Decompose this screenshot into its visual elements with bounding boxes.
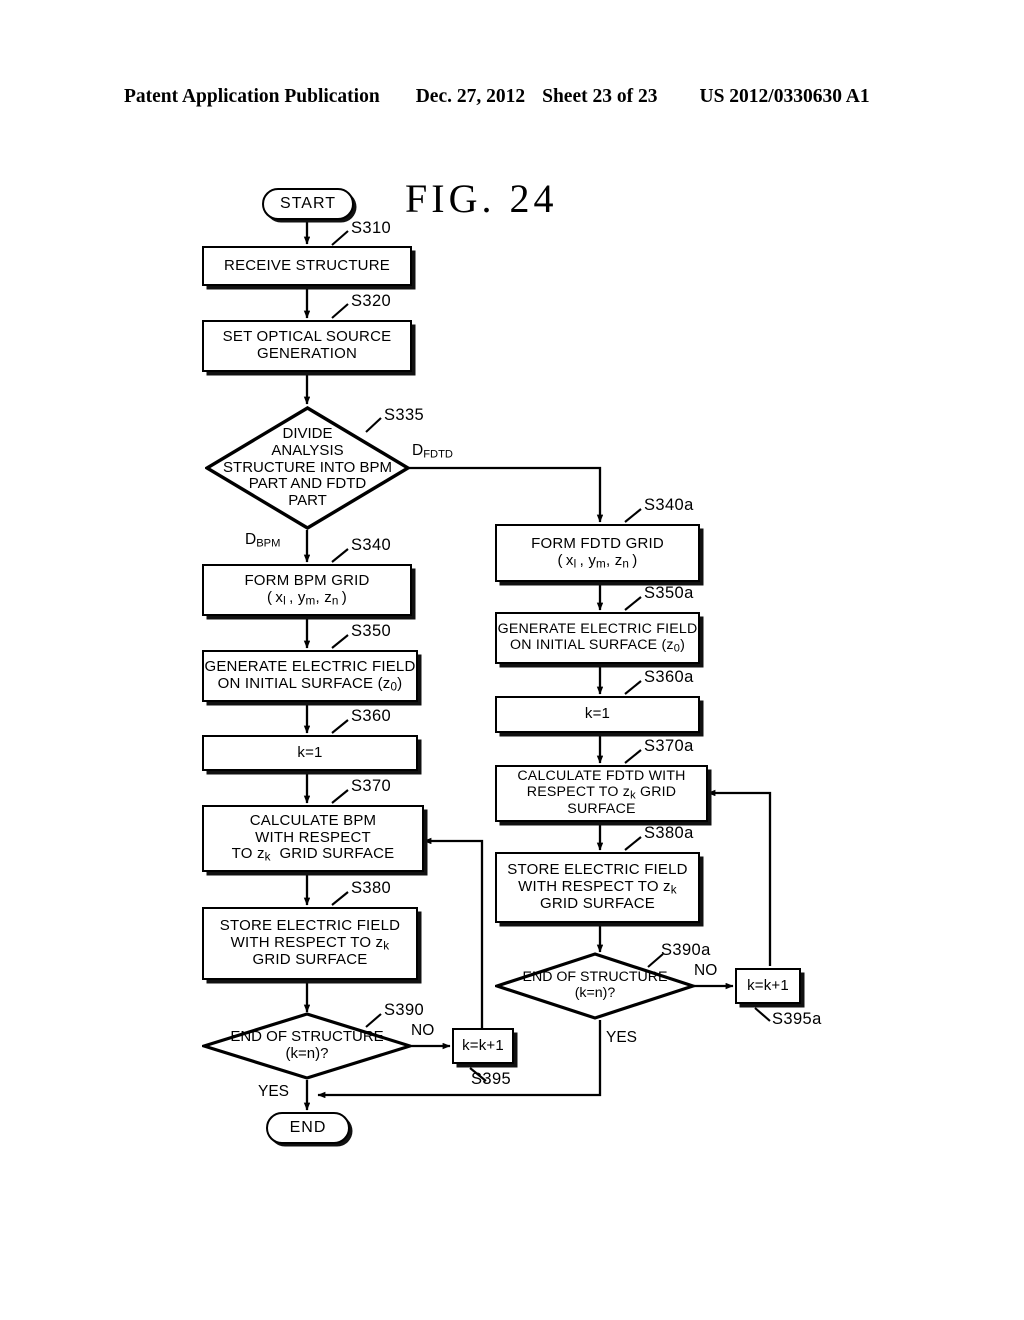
- step-label-s390: S390: [384, 1001, 425, 1019]
- node-store-electric-field-fdtd-line1: STORE ELECTRIC FIELD: [507, 860, 688, 878]
- header-date: Dec. 27, 2012: [415, 86, 526, 107]
- node-generate-electric-field-bpm-line1: GENERATE ELECTRIC FIELD: [204, 657, 416, 675]
- edge-label-no-bpm: NO: [411, 1022, 435, 1039]
- node-k-init-bpm-label: k=1: [297, 743, 323, 761]
- node-start: START: [262, 188, 354, 220]
- step-label-s360a: S360a: [644, 668, 694, 686]
- step-label-s380: S380: [351, 879, 392, 897]
- node-store-electric-field-bpm-line1: STORE ELECTRIC FIELD: [219, 916, 401, 934]
- edge-label-d-bpm-sub: BPM: [256, 537, 281, 550]
- step-label-s320: S320: [351, 292, 392, 310]
- step-label-s360: S360: [351, 707, 392, 725]
- edge-label-yes-fdtd: YES: [606, 1029, 638, 1046]
- node-end-of-structure-bpm: END OF STRUCTURE (k=n)?: [202, 1012, 412, 1080]
- patent-page: Patent Application Publication Dec. 27, …: [0, 0, 1024, 1320]
- node-form-fdtd-grid-label: FORM FDTD GRID: [531, 534, 664, 552]
- node-k-increment-fdtd: k=k+1: [735, 968, 801, 1004]
- node-generate-electric-field-fdtd-line2: ON INITIAL SURFACE (z0): [510, 636, 685, 654]
- node-store-electric-field-fdtd-line2: WITH RESPECT TO zk: [518, 877, 677, 897]
- edge-label-yes-bpm: YES: [258, 1083, 290, 1100]
- node-calculate-fdtd: CALCULATE FDTD WITH RESPECT TO zk GRID S…: [495, 765, 708, 822]
- node-calculate-fdtd-line1: CALCULATE FDTD WITH: [517, 768, 686, 785]
- step-label-s310: S310: [351, 219, 392, 237]
- edge-label-d-bpm: DBPM: [245, 531, 280, 549]
- edge-label-d-fdtd-sub: FDTD: [423, 448, 453, 461]
- node-form-bpm-grid-coords: ( xl , ym, zn ): [266, 588, 348, 608]
- header-publication: Patent Application Publication: [124, 86, 380, 107]
- node-store-electric-field-bpm-line2: WITH RESPECT TO zk: [230, 933, 390, 953]
- node-receive-structure: RECEIVE STRUCTURE: [202, 246, 412, 286]
- step-label-s350: S350: [351, 622, 392, 640]
- node-divide-analysis-structure-label: DIVIDE ANALYSIS STRUCTURE INTO BPM PART …: [223, 425, 392, 510]
- step-label-s370a: S370a: [644, 737, 694, 755]
- edge-label-d-fdtd: DFDTD: [412, 442, 453, 460]
- edge-label-no-fdtd: NO: [694, 962, 718, 979]
- node-generate-electric-field-fdtd-line1: GENERATE ELECTRIC FIELD: [497, 620, 698, 637]
- node-k-init-fdtd-label: k=1: [584, 705, 611, 723]
- step-label-s340: S340: [351, 536, 392, 554]
- node-end-of-structure-fdtd: END OF STRUCTURE (k=n)?: [495, 952, 695, 1020]
- node-generate-electric-field-bpm-line2: ON INITIAL SURFACE (z0): [217, 674, 403, 694]
- node-k-init-bpm: k=1: [202, 735, 418, 771]
- node-store-electric-field-bpm: STORE ELECTRIC FIELD WITH RESPECT TO zk …: [202, 907, 418, 980]
- node-calculate-bpm-line2: WITH RESPECT: [255, 828, 371, 846]
- node-generate-electric-field-fdtd: GENERATE ELECTRIC FIELD ON INITIAL SURFA…: [495, 612, 700, 664]
- node-end-of-structure-bpm-label: END OF STRUCTURE (k=n)?: [230, 1028, 384, 1062]
- node-calculate-bpm-line3: TO zk GRID SURFACE: [231, 845, 395, 865]
- node-form-bpm-grid-label: FORM BPM GRID: [244, 571, 370, 589]
- node-divide-analysis-structure: DIVIDE ANALYSIS STRUCTURE INTO BPM PART …: [205, 406, 410, 530]
- step-label-s340a: S340a: [644, 496, 694, 514]
- step-label-s395: S395: [471, 1070, 512, 1088]
- node-end-of-structure-fdtd-label: END OF STRUCTURE (k=n)?: [522, 969, 668, 1001]
- node-k-increment-fdtd-label: k=k+1: [747, 976, 789, 994]
- node-set-optical-source: SET OPTICAL SOURCE GENERATION: [202, 320, 412, 372]
- node-k-init-fdtd: k=1: [495, 696, 700, 733]
- node-form-fdtd-grid: FORM FDTD GRID ( xl , ym, zn ): [495, 524, 700, 582]
- node-set-optical-source-label: SET OPTICAL SOURCE GENERATION: [222, 328, 392, 362]
- header-sheet: Sheet 23 of 23: [542, 86, 658, 107]
- node-store-electric-field-bpm-line3: GRID SURFACE: [252, 951, 368, 969]
- node-form-fdtd-grid-coords: ( xl , ym, zn ): [557, 551, 638, 571]
- step-label-s380a: S380a: [644, 824, 694, 842]
- node-calculate-fdtd-line2: RESPECT TO zk GRID SURFACE: [526, 784, 677, 817]
- step-label-s335: S335: [384, 406, 425, 424]
- node-form-bpm-grid: FORM BPM GRID ( xl , ym, zn ): [202, 564, 412, 616]
- header-patent-number: US 2012/0330630 A1: [699, 86, 870, 107]
- node-k-increment-bpm-label: k=k+1: [462, 1036, 504, 1054]
- node-store-electric-field-fdtd-line3: GRID SURFACE: [540, 895, 655, 913]
- step-label-s390a: S390a: [661, 941, 711, 959]
- node-store-electric-field-fdtd: STORE ELECTRIC FIELD WITH RESPECT TO zk …: [495, 852, 700, 923]
- step-label-s370: S370: [351, 777, 392, 795]
- figure-title: FIG. 24: [405, 176, 558, 221]
- node-start-label: START: [280, 195, 336, 213]
- node-end-label: END: [289, 1119, 327, 1137]
- node-calculate-bpm: CALCULATE BPM WITH RESPECT TO zk GRID SU…: [202, 805, 424, 872]
- node-end: END: [266, 1112, 350, 1144]
- node-generate-electric-field-bpm: GENERATE ELECTRIC FIELD ON INITIAL SURFA…: [202, 650, 418, 702]
- node-calculate-bpm-line1: CALCULATE BPM: [249, 811, 377, 829]
- patent-header: Patent Application Publication Dec. 27, …: [124, 86, 904, 108]
- edge-label-d-fdtd-main: D: [412, 442, 424, 459]
- edge-label-d-bpm-main: D: [245, 531, 257, 548]
- step-label-s395a: S395a: [772, 1010, 822, 1028]
- step-label-s350a: S350a: [644, 584, 694, 602]
- node-receive-structure-label: RECEIVE STRUCTURE: [224, 256, 390, 274]
- node-k-increment-bpm: k=k+1: [452, 1028, 514, 1064]
